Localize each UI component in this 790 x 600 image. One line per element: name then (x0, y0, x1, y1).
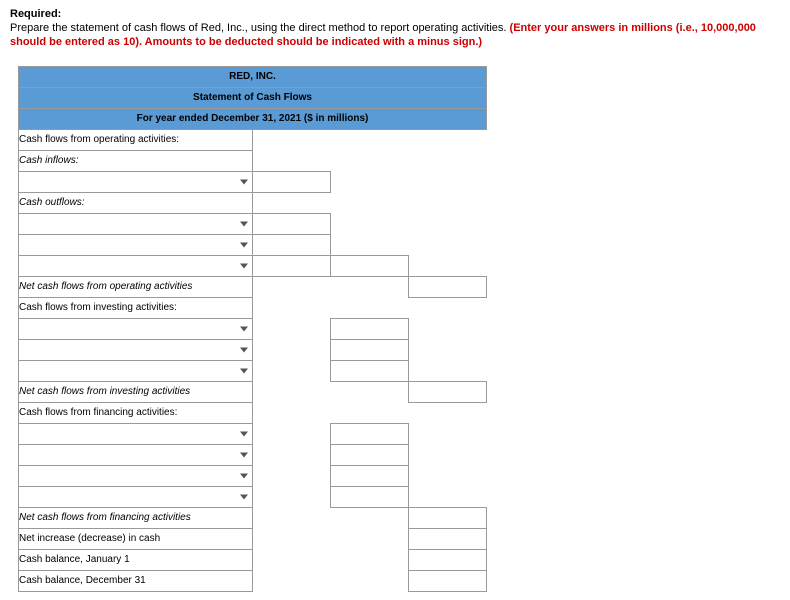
row-net-fin: Net cash flows from financing activities (19, 507, 253, 528)
cell-blank (331, 507, 409, 528)
net-inv-amount-input[interactable] (409, 381, 487, 402)
cell-blank (409, 423, 487, 444)
inv-amount-input[interactable] (331, 339, 409, 360)
row-net-increase: Net increase (decrease) in cash (19, 528, 253, 549)
net-increase-amount[interactable] (409, 528, 487, 549)
fin-item-dropdown[interactable] (19, 465, 253, 486)
cell-blank (253, 507, 331, 528)
cell-blank (409, 150, 487, 171)
fin-amount-input[interactable] (331, 465, 409, 486)
fin-item-dropdown[interactable] (19, 444, 253, 465)
balance-dec-amount[interactable] (409, 570, 487, 591)
fin-item-dropdown[interactable] (19, 486, 253, 507)
row-cash-outflows: Cash outflows: (19, 192, 253, 213)
outflow-amount-input[interactable] (253, 234, 331, 255)
net-fin-amount-input[interactable] (409, 507, 487, 528)
cell-blank (253, 129, 331, 150)
cell-blank (253, 297, 331, 318)
cell-blank (331, 234, 409, 255)
cell-blank (331, 549, 409, 570)
row-balance-jan: Cash balance, January 1 (19, 549, 253, 570)
cashflow-table: RED, INC. Statement of Cash Flows For ye… (18, 66, 487, 592)
cell-blank (253, 423, 331, 444)
outflow-item-dropdown[interactable] (19, 234, 253, 255)
cell-blank (331, 276, 409, 297)
cell-blank (409, 318, 487, 339)
required-heading: Required: (10, 8, 780, 20)
cell-blank (331, 171, 409, 192)
cell-blank (253, 444, 331, 465)
cell-blank (409, 486, 487, 507)
outflow-item-dropdown[interactable] (19, 255, 253, 276)
cell-blank (253, 339, 331, 360)
table-title-period: For year ended December 31, 2021 ($ in m… (19, 108, 487, 129)
cell-blank (409, 465, 487, 486)
fin-amount-input[interactable] (331, 486, 409, 507)
cell-blank (331, 402, 409, 423)
cell-blank (331, 297, 409, 318)
inv-item-dropdown[interactable] (19, 339, 253, 360)
outflow-item-dropdown[interactable] (19, 213, 253, 234)
cell-blank (331, 129, 409, 150)
cell-blank (409, 402, 487, 423)
row-net-inv: Net cash flows from investing activities (19, 381, 253, 402)
cell-blank (409, 255, 487, 276)
cell-blank (253, 360, 331, 381)
outflow-subtotal-input[interactable] (331, 255, 409, 276)
inflow-item-dropdown[interactable] (19, 171, 253, 192)
cell-blank (409, 171, 487, 192)
cell-blank (253, 486, 331, 507)
inv-amount-input[interactable] (331, 360, 409, 381)
cell-blank (409, 444, 487, 465)
row-fin-header: Cash flows from financing activities: (19, 402, 253, 423)
cell-blank (409, 192, 487, 213)
cell-blank (331, 192, 409, 213)
outflow-amount-input[interactable] (253, 213, 331, 234)
row-op-header: Cash flows from operating activities: (19, 129, 253, 150)
inv-item-dropdown[interactable] (19, 360, 253, 381)
cell-blank (331, 528, 409, 549)
cell-blank (409, 360, 487, 381)
cell-blank (253, 150, 331, 171)
cell-blank (253, 402, 331, 423)
cell-blank (409, 339, 487, 360)
inv-amount-input[interactable] (331, 318, 409, 339)
row-balance-dec: Cash balance, December 31 (19, 570, 253, 591)
table-title-statement: Statement of Cash Flows (19, 87, 487, 108)
row-cash-inflows: Cash inflows: (19, 150, 253, 171)
cell-blank (409, 234, 487, 255)
fin-amount-input[interactable] (331, 444, 409, 465)
balance-jan-amount[interactable] (409, 549, 487, 570)
fin-item-dropdown[interactable] (19, 423, 253, 444)
fin-amount-input[interactable] (331, 423, 409, 444)
inv-item-dropdown[interactable] (19, 318, 253, 339)
cell-blank (409, 213, 487, 234)
outflow-amount-input[interactable] (253, 255, 331, 276)
cell-blank (253, 465, 331, 486)
cell-blank (331, 150, 409, 171)
inflow-amount-input[interactable] (253, 171, 331, 192)
cell-blank (253, 528, 331, 549)
table-title-company: RED, INC. (19, 66, 487, 87)
cell-blank (253, 276, 331, 297)
cell-blank (253, 549, 331, 570)
cell-blank (409, 129, 487, 150)
instruction-plain: Prepare the statement of cash flows of R… (10, 22, 510, 34)
cell-blank (331, 213, 409, 234)
net-op-amount-input[interactable] (409, 276, 487, 297)
cell-blank (253, 192, 331, 213)
cell-blank (253, 318, 331, 339)
instructions: Prepare the statement of cash flows of R… (10, 21, 780, 50)
cell-blank (331, 570, 409, 591)
row-net-op: Net cash flows from operating activities (19, 276, 253, 297)
cell-blank (331, 381, 409, 402)
cell-blank (253, 381, 331, 402)
row-inv-header: Cash flows from investing activities: (19, 297, 253, 318)
cell-blank (253, 570, 331, 591)
cell-blank (409, 297, 487, 318)
